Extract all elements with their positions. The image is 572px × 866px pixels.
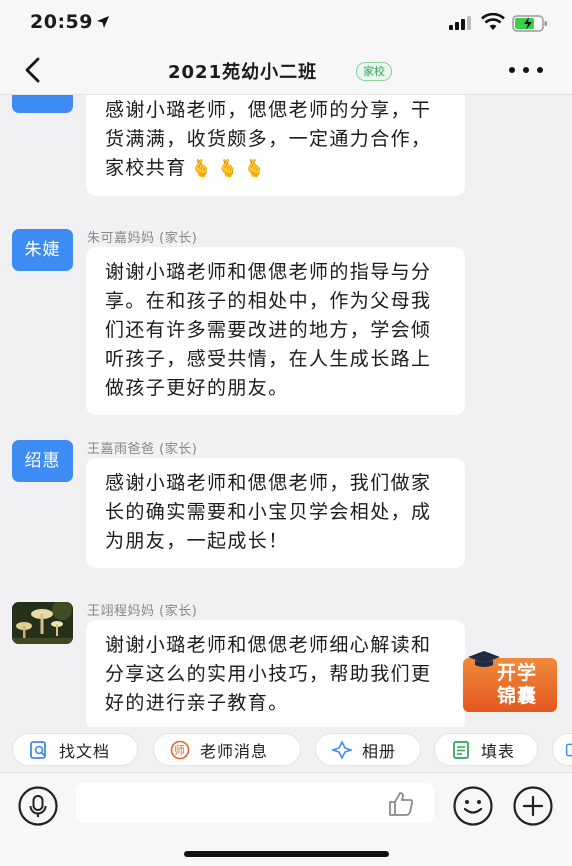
back-button[interactable]	[18, 54, 48, 86]
album-chip[interactable]: 相册	[315, 733, 421, 766]
message-bubble[interactable]: 谢谢小璐老师和偲偲老师的指导与分享。在和孩子的相处中，作为父母我们还有许多需要改…	[86, 247, 465, 415]
emoji-hand: 🫰	[190, 159, 214, 179]
fill-form-chip[interactable]: 填表	[434, 733, 538, 766]
group-type-tag: 家校	[356, 62, 392, 81]
message-bubble[interactable]: 感谢小璐老师，偲偲老师的分享，干货满满，收货颇多，一定通力合作，家校共育 🫰 🫰 🫰	[86, 95, 465, 196]
message-bubble[interactable]: 谢谢小璐老师和偲偲老师细心解读和分享这么的实用小技巧，帮助我们更好的进行亲子教育…	[86, 620, 465, 727]
chip-label: 老师消息	[200, 741, 269, 761]
sender-avatar-photo[interactable]	[12, 602, 73, 644]
voice-input-button[interactable]	[17, 785, 59, 827]
badge-line-1: 开学	[496, 662, 537, 684]
more-chip[interactable]	[552, 733, 572, 766]
wifi-icon	[481, 13, 505, 30]
status-time: 20:59	[30, 11, 93, 33]
form-icon	[453, 740, 469, 759]
sender-avatar[interactable]: 朱婕	[12, 229, 73, 271]
nav-bar: 2021苑幼小二班 家校	[0, 46, 572, 95]
svg-text:师: 师	[174, 744, 186, 757]
sender-avatar[interactable]: 绍惠	[12, 440, 73, 482]
status-bar: 20:59	[0, 0, 572, 46]
add-attachment-button[interactable]	[512, 785, 554, 827]
more-options-button[interactable]	[506, 58, 546, 82]
chat-title: 2021苑幼小二班	[168, 62, 318, 83]
signal-icon	[449, 16, 471, 30]
sender-name: 朱可嘉妈妈 (家长)	[87, 231, 198, 246]
sender-name: 王翊程妈妈 (家长)	[87, 604, 198, 619]
sender-avatar[interactable]	[12, 95, 73, 113]
emoji-hand: 🫰	[217, 159, 240, 179]
badge-line-2: 锦囊	[496, 685, 537, 707]
message-text: 感谢小璐老师，偲偲老师的分享，干货满满，收货颇多，一定通力合作，家校共育	[105, 99, 432, 179]
doc-search-icon	[30, 740, 46, 759]
teacher-icon: 师	[170, 740, 190, 759]
battery-charging-icon	[512, 15, 547, 32]
emoji-hand: 🫰	[243, 159, 267, 179]
message-text: 谢谢小璐老师和偲偲老师细心解读和分享这么的实用小技巧，帮助我们更好的进行亲子教育…	[105, 634, 432, 714]
back-to-school-badge[interactable]: 开学 锦囊	[463, 650, 557, 712]
message-text: 谢谢小璐老师和偲偲老师的指导与分享。在和孩子的相处中，作为父母我们还有许多需要改…	[105, 261, 432, 399]
emoji-button[interactable]	[452, 785, 494, 827]
message-text: 感谢小璐老师和偲偲老师，我们做家长的确实需要和小宝贝学会相处，成为朋友，一起成长…	[105, 472, 432, 552]
sender-name: 王嘉雨爸爸 (家长)	[87, 442, 198, 457]
chip-label: 相册	[362, 741, 397, 761]
find-document-chip[interactable]: 找文档	[12, 733, 138, 766]
message-bubble[interactable]: 感谢小璐老师和偲偲老师，我们做家长的确实需要和小宝贝学会相处，成为朋友，一起成长…	[86, 458, 465, 568]
mushroom-photo-icon	[12, 602, 73, 644]
thumbs-up-icon[interactable]	[386, 789, 416, 819]
location-arrow-icon	[97, 16, 109, 28]
message-list[interactable]: 感谢小璐老师，偲偲老师的分享，干货满满，收货颇多，一定通力合作，家校共育 🫰 🫰 🫰 …	[0, 95, 572, 727]
album-icon	[332, 739, 352, 760]
chip-label: 填表	[481, 741, 516, 761]
home-indicator[interactable]	[184, 851, 389, 857]
quick-action-bar: 找文档 师 老师消息 相册 填表	[0, 727, 572, 772]
more-chip-icon	[565, 743, 572, 756]
chip-label: 找文档	[59, 741, 111, 761]
teacher-message-chip[interactable]: 师 老师消息	[153, 733, 301, 766]
message-input[interactable]	[76, 783, 434, 823]
